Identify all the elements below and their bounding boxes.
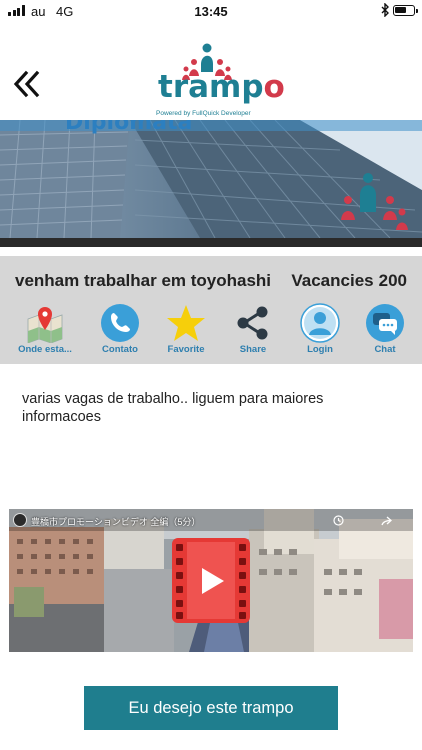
building-photo: Diplomata [0,120,422,247]
job-info-section: venham trabalhar em toyohashi Vacancies 2… [0,256,422,364]
user-icon [300,303,340,343]
job-title: venham trabalhar em toyohashi [15,271,272,290]
share-icon [237,306,268,340]
phone-icon [101,304,139,342]
logo-wordmark: trampo [158,69,285,105]
video-channel-avatar [13,513,27,527]
action-favorite-button[interactable]: Favorite [153,301,219,361]
action-share-button[interactable]: Share [220,301,286,361]
banner-text: Diplomata [65,120,192,135]
action-bar: Onde esta... Contato Favorite Share Logi… [0,301,422,361]
action-chat-button[interactable]: Chat [352,301,418,361]
job-banner-image: Diplomata [0,120,422,247]
banner-divider [0,238,422,247]
video-title: 豊橋市プロモーションビデオ 全編（5分） [31,517,201,527]
star-icon [167,305,205,341]
back-button[interactable] [10,66,44,102]
play-icon[interactable] [172,538,250,623]
share-video-icon[interactable] [381,515,392,526]
bluetooth-icon [381,3,389,17]
vacancies-label: Vacancies [291,271,374,290]
vacancies-number: 200 [378,271,407,290]
clock: 13:45 [194,4,228,19]
action-contact-label: Contato [102,344,138,355]
status-bar: au 4G 13:45 [0,0,422,22]
double-chevron-left-icon [13,70,40,98]
battery-icon [393,5,418,16]
action-location-button[interactable]: Onde esta... [12,301,78,361]
chat-icon [366,304,404,342]
clock-icon [333,515,344,526]
apply-button[interactable]: Eu desejo este trampo [84,686,338,730]
vacancies-count: Vacancies 200 [291,271,407,291]
action-chat-label: Chat [374,344,396,355]
job-description: varias vagas de trabalho.. liguem para m… [22,391,324,425]
action-favorite-label: Favorite [167,344,205,355]
video-player[interactable]: 豊橋市プロモーションビデオ 全編（5分） [9,509,413,652]
app-header: trampo Powered by FullQuick Developer [0,22,422,120]
logo-tagline: Powered by FullQuick Developer [156,110,251,117]
action-share-label: Share [239,344,267,355]
action-location-label: Onde esta... [18,344,72,355]
action-login-label: Login [307,344,333,355]
action-login-button[interactable]: Login [287,301,353,361]
action-contact-button[interactable]: Contato [87,301,153,361]
app-logo: trampo Powered by FullQuick Developer [152,42,285,117]
map-pin-icon [27,307,63,343]
